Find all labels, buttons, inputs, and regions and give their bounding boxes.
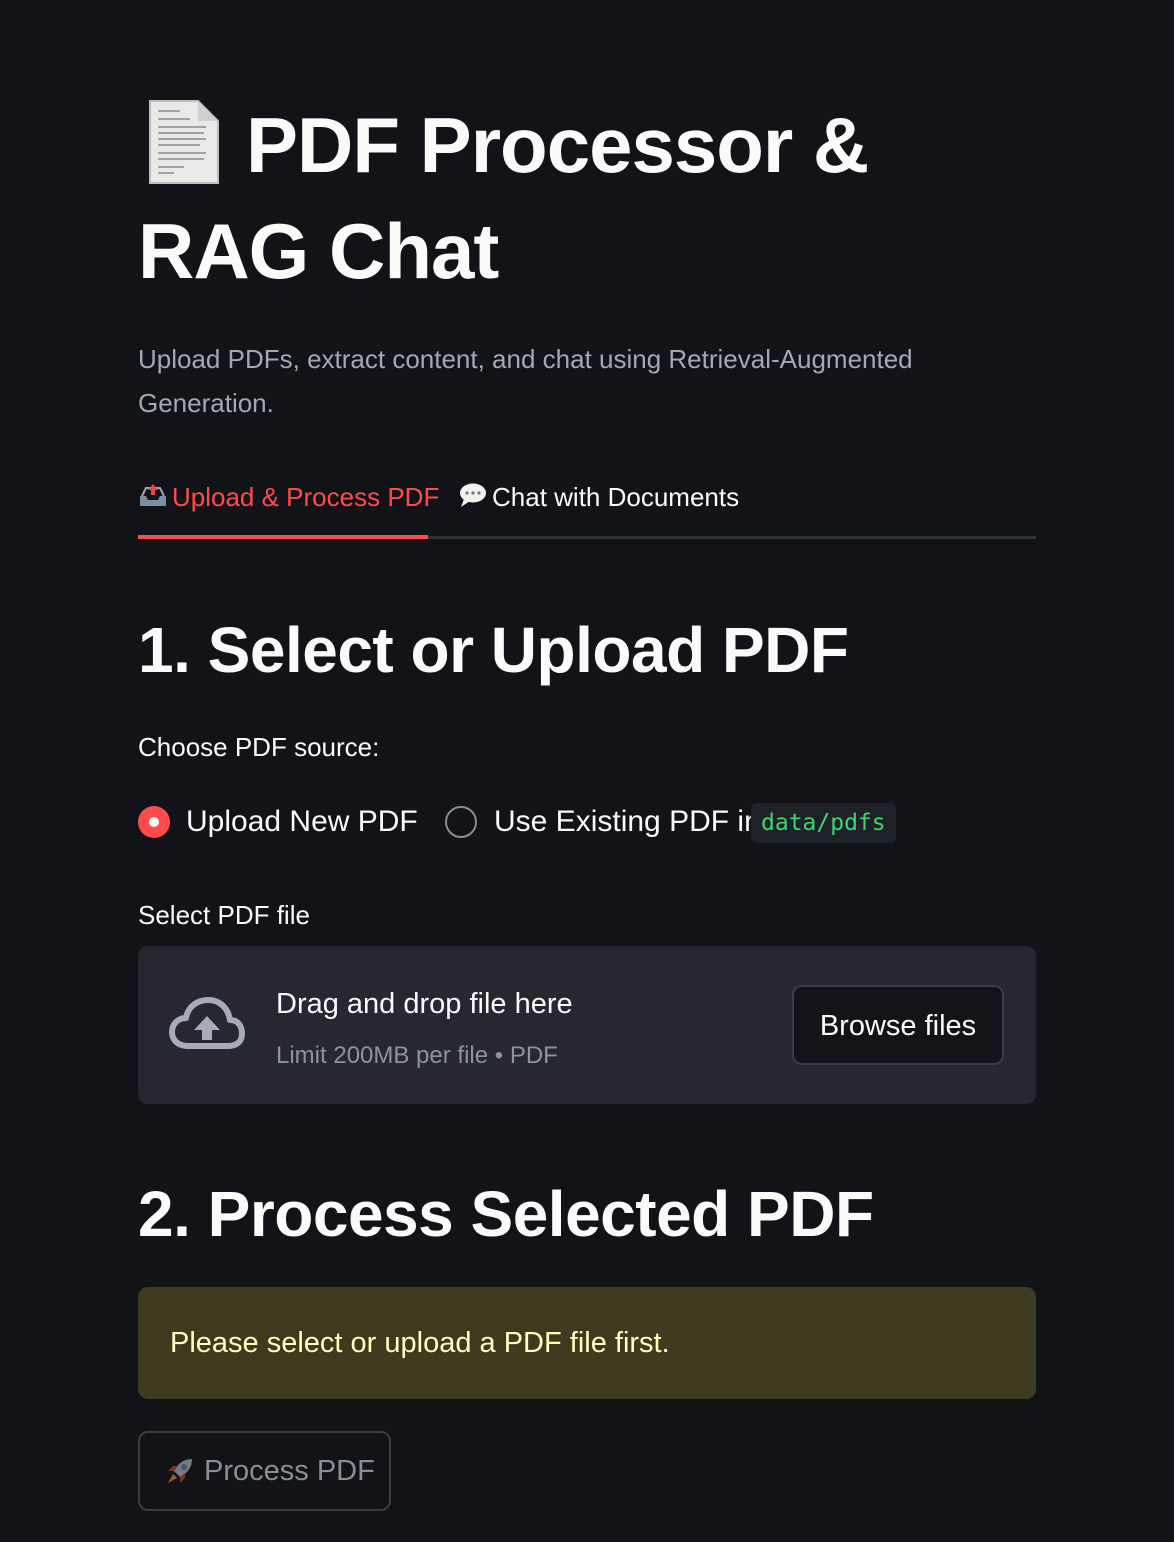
radio-use-existing-pdf-label: Use Existing PDF in [494,805,761,838]
speech-bubble-icon [460,483,486,507]
section-heading-process: 2. Process Selected PDF [138,1178,874,1250]
warning-alert: Please select or upload a PDF file first… [138,1287,1036,1399]
tab-upload-process-label: Upload & Process PDF [172,482,440,512]
cloud-upload-icon [169,997,245,1049]
process-pdf-button-label: Process PDF [204,1455,375,1487]
code-path-badge: data/pdfs [751,803,896,843]
warning-alert-text: Please select or upload a PDF file first… [170,1327,670,1359]
dropzone-hint: Limit 200MB per file • PDF [276,1042,558,1069]
active-tab-indicator [138,535,428,539]
radio-unselected-indicator [445,806,477,838]
page-subtitle: Upload PDFs, extract content, and chat u… [138,344,913,418]
file-uploader-label: Select PDF file [138,900,310,930]
radio-use-existing-pdf[interactable]: Use Existing PDF in data/pdfs [445,800,905,844]
section-heading-select-upload: 1. Select or Upload PDF [138,614,849,686]
outbox-tray-icon [140,484,166,506]
radio-upload-new-pdf-label: Upload New PDF [186,805,418,838]
page-title-line-1: PDF Processor & [246,101,869,189]
tab-chat-documents[interactable]: Chat with Documents [458,480,739,520]
radio-upload-new-pdf[interactable]: Upload New PDF [138,800,418,844]
tab-upload-process[interactable]: Upload & Process PDF [138,480,439,520]
dropzone-title: Drag and drop file here [276,988,573,1020]
tab-chat-documents-label: Chat with Documents [492,482,740,512]
file-dropzone[interactable]: Drag and drop file here Limit 200MB per … [138,946,1036,1104]
process-pdf-button[interactable]: Process PDF [138,1431,391,1511]
browse-files-button[interactable]: Browse files [792,985,1004,1065]
pdf-source-radio-group: Upload New PDF Use Existing PDF in data/… [138,800,1036,844]
page-facing-up-icon [149,100,219,184]
radio-group-label: Choose PDF source: [138,732,380,762]
app-page: PDF Processor & RAG Chat Upload PDFs, ex… [0,0,1174,1542]
rocket-icon [168,1459,192,1483]
page-title-line-2: RAG Chat [138,207,499,295]
tab-bar: Upload & Process PDF Chat with Documents [138,470,1036,540]
radio-selected-indicator [138,806,170,838]
